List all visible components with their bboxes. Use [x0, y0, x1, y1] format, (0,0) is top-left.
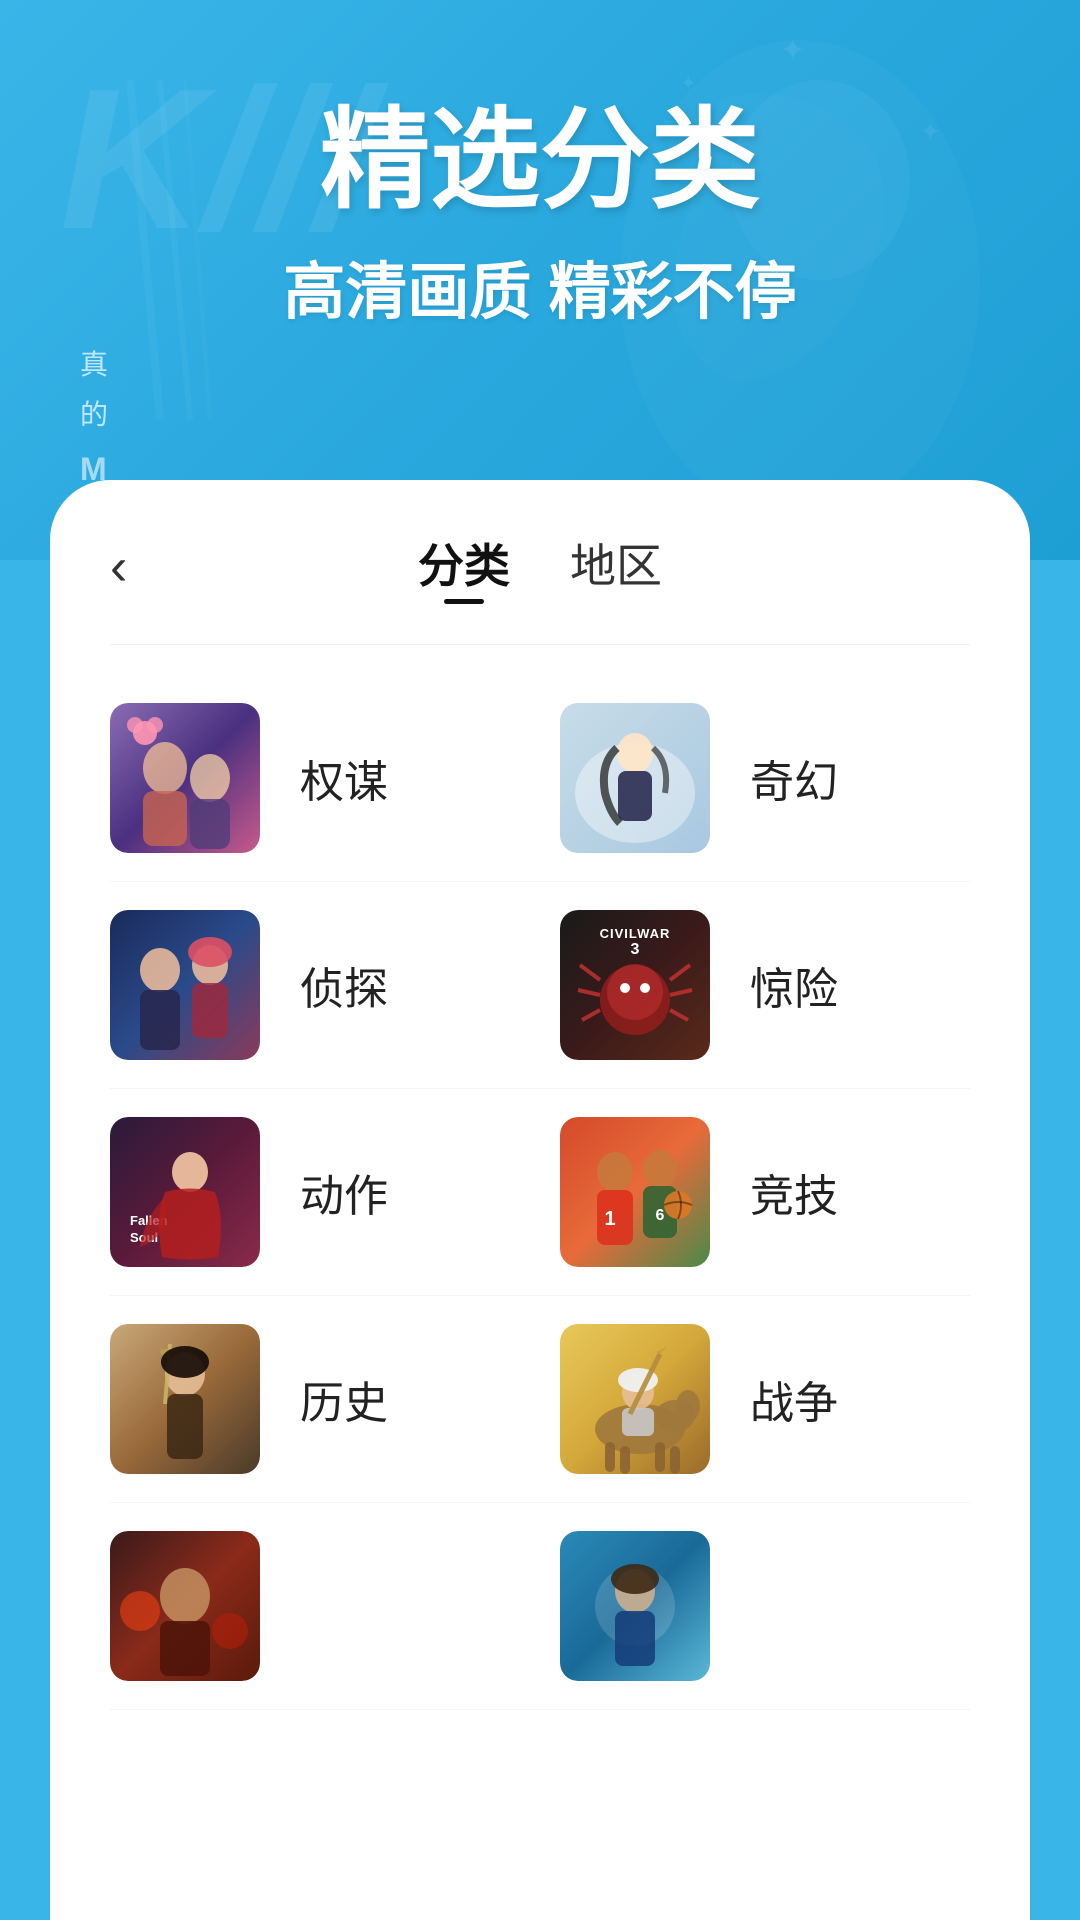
category-row-1: 权谋	[110, 675, 970, 882]
category-thumb-quanmou	[110, 703, 260, 853]
list-item[interactable]	[560, 1503, 970, 1709]
category-row-4: 历史	[110, 1296, 970, 1503]
category-thumb-dongzuo: Fallen Soul	[110, 1117, 260, 1267]
category-label-dongzuo: 动作	[300, 1160, 388, 1224]
main-card: ‹ 分类 地区	[50, 480, 1030, 1920]
back-button[interactable]: ‹	[110, 541, 127, 593]
category-label-quanmou: 权谋	[300, 746, 388, 810]
category-row-5	[110, 1503, 970, 1710]
svg-text:3: 3	[631, 941, 640, 958]
category-thumb-zhanzhen	[560, 1324, 710, 1474]
category-row-3: Fallen Soul 动作	[110, 1089, 970, 1296]
category-thumb-jingji: 1 6	[560, 1117, 710, 1267]
list-item[interactable]: Fallen Soul 动作	[110, 1089, 560, 1295]
tab-category[interactable]: 分类	[418, 530, 510, 604]
category-label-zhentan: 侦探	[300, 953, 388, 1017]
hero-title: 精选分类	[0, 100, 1080, 221]
category-thumb-zhentan	[110, 910, 260, 1060]
list-item[interactable]: 奇幻	[560, 675, 970, 881]
nav-bar: ‹ 分类 地区	[110, 530, 970, 604]
category-thumb-qihuan	[560, 703, 710, 853]
category-label-zhanzhen: 战争	[750, 1367, 838, 1431]
list-item[interactable]: 历史	[110, 1296, 560, 1502]
svg-text:✦: ✦	[780, 34, 805, 67]
category-thumb-bottom2	[560, 1531, 710, 1681]
category-label-lishi: 历史	[300, 1367, 388, 1431]
category-thumb-lishi	[110, 1324, 260, 1474]
category-thumb-jingxian: CIVILWAR 3	[560, 910, 710, 1060]
list-item[interactable]	[110, 1503, 560, 1709]
tab-container: 分类 地区	[418, 530, 662, 604]
svg-text:6: 6	[656, 1207, 665, 1224]
category-label-jingxian: 惊险	[750, 953, 838, 1017]
list-item[interactable]: 侦探	[110, 882, 560, 1088]
list-item[interactable]: CIVILWAR 3	[560, 882, 970, 1088]
category-label-qihuan: 奇幻	[750, 746, 838, 810]
svg-text:CIVILWAR: CIVILWAR	[600, 926, 671, 941]
category-label-jingji: 竞技	[750, 1160, 838, 1224]
category-row-2: 侦探 CIVILWAR	[110, 882, 970, 1089]
svg-text:1: 1	[604, 1208, 615, 1230]
category-grid: 权谋	[110, 675, 970, 1710]
list-item[interactable]: 战争	[560, 1296, 970, 1502]
tab-region[interactable]: 地区	[570, 530, 662, 604]
nav-divider	[110, 644, 970, 645]
hero-title-text: 精选分类	[320, 99, 760, 222]
category-thumb-bottom1	[110, 1531, 260, 1681]
list-item[interactable]: 权谋	[110, 675, 560, 881]
svg-text:✦: ✦	[680, 73, 697, 95]
hero-text-block: 精选分类 高清画质 精彩不停	[0, 100, 1080, 331]
list-item[interactable]: 1 6 竞技	[560, 1089, 970, 1295]
hero-subtitle: 高清画质 精彩不停	[0, 241, 1080, 331]
